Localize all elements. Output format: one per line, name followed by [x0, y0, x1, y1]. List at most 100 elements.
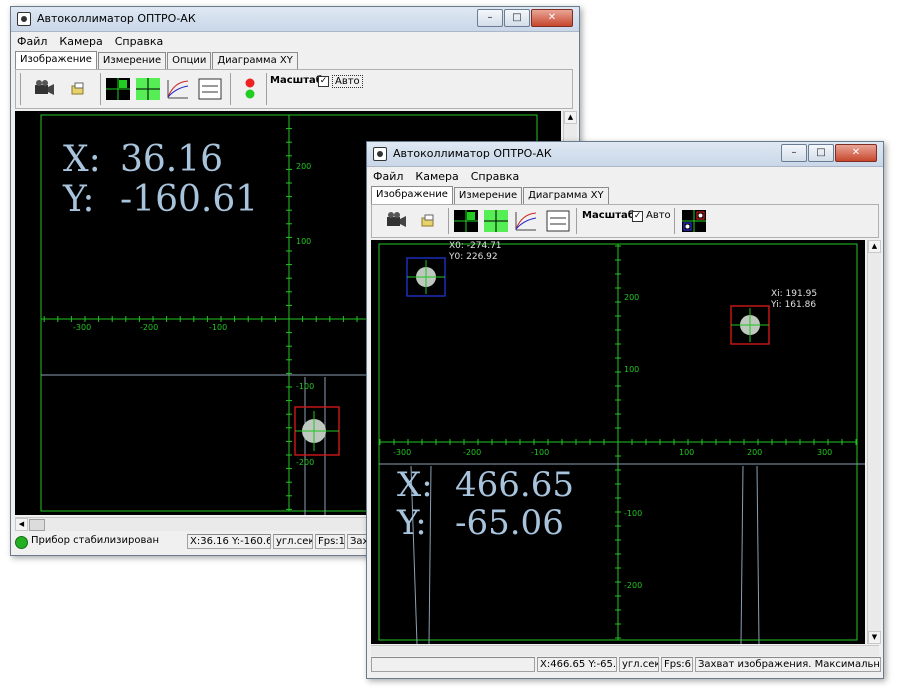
y-tick-label: 100	[296, 237, 311, 246]
toolbar-separator	[266, 73, 267, 105]
toolbar-separator	[674, 208, 675, 234]
front-horizontal-scrollbar[interactable]	[371, 645, 879, 656]
toolbar-separator	[20, 73, 21, 105]
y-tick-label: 100	[624, 365, 639, 374]
status-fps: Fps:14	[315, 534, 345, 549]
status-state	[371, 657, 535, 672]
back-menubar: Файл Камера Справка	[11, 32, 579, 50]
minimize-icon: –	[487, 12, 493, 23]
toolbar-separator	[230, 73, 231, 105]
readout-y-label: Y:	[62, 179, 94, 220]
status-state: Прибор стабилизирован	[31, 535, 160, 546]
reference-target-y: Y0: 226.92	[448, 252, 498, 262]
close-button[interactable]: ✕	[531, 9, 573, 27]
readout-y-value: -65.06	[455, 503, 564, 543]
status-coords: X:36.16 Y:-160.61	[187, 534, 271, 549]
back-titlebar[interactable]: Автоколлиматор ОПТРО-АК – □ ✕	[11, 7, 579, 32]
auto-scale-label: Авто	[646, 210, 671, 221]
toolbar-separator	[448, 208, 449, 234]
tab-measure[interactable]: Измерение	[453, 187, 523, 205]
crosshair-dark-icon[interactable]	[106, 78, 130, 100]
status-coords: X:466.65 Y:-65.06	[537, 657, 617, 672]
scroll-down-arrow[interactable]: ▼	[868, 631, 881, 644]
camera-icon[interactable]	[384, 210, 408, 232]
x-tick-label: -100	[209, 323, 227, 332]
menu-file[interactable]: Файл	[367, 167, 409, 183]
front-tabs: Изображение Измерение Диаграмма XY	[371, 186, 610, 205]
minimize-button[interactable]: –	[477, 9, 503, 27]
scroll-thumb[interactable]	[29, 519, 45, 531]
tab-measure[interactable]: Измерение	[97, 52, 167, 70]
camera-icon[interactable]	[32, 78, 56, 100]
graph-curve-icon[interactable]	[514, 210, 538, 232]
front-vertical-scrollbar[interactable]: ▲ ▼	[867, 240, 881, 644]
reference-target-x: X0: -274.71	[449, 241, 502, 251]
status-fps: Fps:6	[661, 657, 693, 672]
readout-y-label: Y:	[396, 503, 427, 543]
scroll-up-arrow[interactable]: ▲	[564, 111, 577, 124]
values-display-icon[interactable]	[546, 210, 570, 232]
x-tick-label: -300	[393, 448, 411, 457]
current-target-y: Yi: 161.86	[770, 300, 816, 310]
front-toolbar: Масштаб: ✓ Авто	[371, 204, 879, 238]
tab-image[interactable]: Изображение	[371, 186, 453, 205]
menu-file[interactable]: Файл	[11, 32, 53, 48]
values-display-icon[interactable]	[198, 78, 222, 100]
tab-options[interactable]: Опции	[167, 52, 212, 70]
readout-x-value: 466.65	[455, 465, 574, 505]
x-tick-label: 100	[679, 448, 694, 457]
menu-help[interactable]: Справка	[465, 167, 525, 183]
readout-y-value: -160.61	[120, 179, 258, 220]
graph-curve-icon[interactable]	[166, 78, 190, 100]
y-tick-label: 200	[296, 162, 311, 171]
auto-scale-label: Авто	[332, 75, 363, 88]
back-window-title: Автоколлиматор ОПТРО-АК	[37, 12, 196, 25]
scroll-up-arrow[interactable]: ▲	[868, 240, 881, 253]
open-folder-icon[interactable]	[416, 210, 440, 232]
readout-x-value: 36.16	[120, 139, 223, 180]
front-window-title: Автоколлиматор ОПТРО-АК	[393, 147, 552, 160]
open-folder-icon[interactable]	[66, 78, 90, 100]
crosshair-dark-icon[interactable]	[454, 210, 478, 232]
tab-xy-diagram[interactable]: Диаграмма XY	[212, 52, 298, 70]
minimize-button[interactable]: –	[781, 144, 807, 162]
app-icon	[17, 12, 31, 26]
back-toolbar: Масштаб: ✓ Авто	[15, 69, 573, 109]
y-tick-label: -100	[296, 382, 314, 391]
menu-help[interactable]: Справка	[109, 32, 169, 48]
x-tick-label: 200	[747, 448, 762, 457]
menu-camera[interactable]: Камера	[53, 32, 108, 48]
x-tick-label: -300	[73, 323, 91, 332]
y-tick-label: -200	[624, 581, 642, 590]
crosshair-green-icon[interactable]	[484, 210, 508, 232]
menu-camera[interactable]: Камера	[409, 167, 464, 183]
status-units: угл.сек.	[619, 657, 659, 672]
readout-x-label: X:	[397, 465, 433, 505]
scroll-left-arrow[interactable]: ◀	[15, 518, 28, 531]
status-ok-indicator-icon	[15, 536, 28, 549]
scale-label: Масштаб:	[582, 210, 639, 221]
tab-image[interactable]: Изображение	[15, 51, 97, 70]
maximize-button[interactable]: □	[808, 144, 834, 162]
front-window: Автоколлиматор ОПТРО-АК – □ ✕ Файл Камера…	[366, 141, 884, 679]
maximize-icon: □	[816, 147, 826, 158]
auto-scale-checkbox[interactable]: ✓	[318, 76, 329, 87]
dual-target-icon[interactable]	[682, 210, 706, 232]
close-icon: ✕	[851, 147, 861, 158]
current-target-x: Xi: 191.95	[771, 289, 817, 299]
profile-line	[756, 465, 760, 644]
status-capture: Захват изображения. Максимальная яркос	[695, 657, 881, 672]
traffic-light-icon[interactable]	[238, 78, 262, 100]
close-button[interactable]: ✕	[835, 144, 877, 162]
x-tick-label: -200	[463, 448, 481, 457]
front-menubar: Файл Камера Справка	[367, 167, 883, 185]
front-titlebar[interactable]: Автоколлиматор ОПТРО-АК – □ ✕	[367, 142, 883, 167]
tab-xy-diagram[interactable]: Диаграмма XY	[523, 187, 609, 205]
crosshair-green-icon[interactable]	[136, 78, 160, 100]
front-image-view[interactable]: X0: -274.71 Y0: 226.92 Xi: 191.95 Yi: 16…	[371, 240, 865, 644]
maximize-button[interactable]: □	[504, 9, 530, 27]
y-tick-label: -200	[296, 458, 314, 467]
auto-scale-checkbox[interactable]: ✓	[632, 211, 643, 222]
front-statusbar: X:466.65 Y:-65.06 угл.сек. Fps:6 Захват …	[367, 656, 883, 674]
y-tick-label: 200	[624, 293, 639, 302]
